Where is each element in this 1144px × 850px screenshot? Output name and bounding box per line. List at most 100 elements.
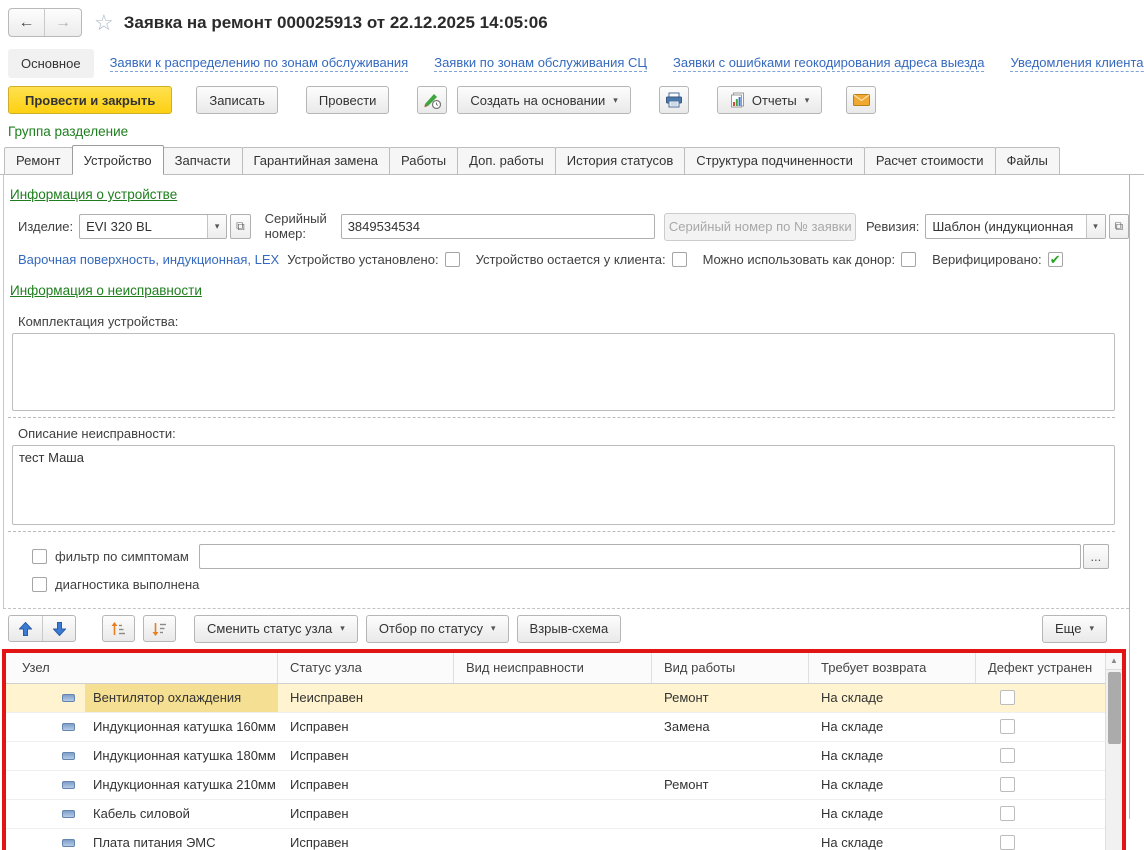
form-tab[interactable]: История статусов — [555, 147, 686, 174]
set-time-pen-button[interactable] — [417, 86, 447, 114]
vertical-scrollbar[interactable]: ▲ — [1105, 653, 1122, 850]
filter-by-status-button[interactable]: Отбор по статусу ▾ — [366, 615, 509, 643]
cell-work-kind[interactable]: Ремонт — [652, 771, 809, 799]
create-based-on-button[interactable]: Создать на основании ▾ — [457, 86, 630, 114]
post-and-close-button[interactable]: Провести и закрыть — [8, 86, 172, 114]
post-button[interactable]: Провести — [306, 86, 390, 114]
form-tab[interactable]: Доп. работы — [457, 147, 556, 174]
product-combobox[interactable]: EVI 320 BL ▾ — [79, 214, 227, 239]
column-header[interactable]: Требует возврата — [809, 653, 976, 683]
defect-fixed-checkbox[interactable] — [1000, 777, 1015, 792]
device-type-link[interactable]: Варочная поверхность, индукционная, LEX — [18, 252, 279, 267]
back-button[interactable]: ← — [9, 9, 45, 36]
cell-defect-fixed[interactable] — [976, 742, 1105, 770]
send-email-button[interactable] — [846, 86, 876, 114]
defect-fixed-checkbox[interactable] — [1000, 690, 1015, 705]
column-header[interactable]: Статус узла — [278, 653, 454, 683]
forward-button[interactable]: → — [45, 9, 81, 36]
cell-node-status[interactable]: Исправен — [278, 829, 454, 850]
more-button[interactable]: Еще ▾ — [1042, 615, 1107, 643]
cell-work-kind[interactable] — [652, 800, 809, 828]
revision-open-button[interactable]: ⧉ — [1109, 214, 1130, 239]
change-node-status-button[interactable]: Сменить статус узла ▾ — [194, 615, 358, 643]
form-tab[interactable]: Запчасти — [163, 147, 243, 174]
group-separator-label[interactable]: Группа разделение — [0, 122, 1144, 145]
cell-return-required[interactable]: На складе — [809, 684, 976, 712]
related-link[interactable]: Заявки с ошибками геокодирования адреса … — [673, 55, 984, 72]
cell-node-status[interactable]: Исправен — [278, 742, 454, 770]
cell-node-status[interactable]: Исправен — [278, 771, 454, 799]
cell-defect-fixed[interactable] — [976, 713, 1105, 741]
defect-fixed-checkbox[interactable] — [1000, 835, 1015, 850]
chevron-down-icon[interactable]: ▾ — [207, 215, 226, 238]
symptom-filter-checkbox[interactable] — [32, 549, 47, 564]
print-button[interactable] — [659, 86, 689, 114]
device-flag-checkbox[interactable]: ✔ — [1048, 252, 1063, 267]
scroll-up-button[interactable]: ▲ — [1106, 653, 1122, 670]
form-tab[interactable]: Расчет стоимости — [864, 147, 996, 174]
form-tab[interactable]: Ремонт — [4, 147, 73, 174]
nav-tab-main[interactable]: Основное — [8, 49, 94, 78]
symptom-filter-choose-button[interactable]: ... — [1083, 544, 1109, 569]
related-link[interactable]: Уведомления клиентам о и — [1010, 55, 1144, 72]
cell-node[interactable]: Индукционная катушка 210мм — [6, 771, 278, 799]
explosion-diagram-button[interactable]: Взрыв-схема — [517, 615, 622, 643]
serial-number-input[interactable] — [341, 214, 655, 239]
chevron-down-icon[interactable]: ▾ — [1086, 215, 1105, 238]
kit-textarea[interactable] — [12, 333, 1115, 411]
column-header[interactable]: Вид неисправности — [454, 653, 652, 683]
cell-return-required[interactable]: На складе — [809, 800, 976, 828]
defect-fixed-checkbox[interactable] — [1000, 806, 1015, 821]
form-tab[interactable]: Гарантийная замена — [242, 147, 390, 174]
cell-node-status[interactable]: Исправен — [278, 713, 454, 741]
defect-fixed-checkbox[interactable] — [1000, 719, 1015, 734]
cell-node-status[interactable]: Неисправен — [278, 684, 454, 712]
cell-work-kind[interactable] — [652, 742, 809, 770]
cell-work-kind[interactable]: Замена — [652, 713, 809, 741]
cell-fault-kind[interactable] — [454, 829, 652, 850]
cell-node[interactable]: Индукционная катушка 160мм — [6, 713, 278, 741]
form-tab[interactable]: Файлы — [995, 147, 1060, 174]
cell-return-required[interactable]: На складе — [809, 742, 976, 770]
fault-description-textarea[interactable]: тест Маша — [12, 445, 1115, 525]
cell-return-required[interactable]: На складе — [809, 771, 976, 799]
sort-descending-button[interactable] — [143, 615, 176, 642]
move-row-up-button[interactable] — [9, 616, 42, 641]
resize-splitter[interactable] — [8, 411, 1115, 418]
related-link[interactable]: Заявки по зонам обслуживания СЦ — [434, 55, 647, 72]
table-row[interactable]: Индукционная катушка 160мм Исправен Заме… — [6, 713, 1105, 742]
table-row[interactable]: Индукционная катушка 180мм Исправен На с… — [6, 742, 1105, 771]
column-header[interactable]: Дефект устранен — [976, 653, 1105, 683]
cell-defect-fixed[interactable] — [976, 771, 1105, 799]
cell-node[interactable]: Индукционная катушка 180мм — [6, 742, 278, 770]
form-tab[interactable]: Работы — [389, 147, 458, 174]
cell-node[interactable]: Плата питания ЭМС — [6, 829, 278, 850]
cell-node[interactable]: Вентилятор охлаждения — [6, 684, 278, 712]
reports-button[interactable]: Отчеты ▾ — [717, 86, 822, 114]
related-link[interactable]: Заявки к распределению по зонам обслужив… — [110, 55, 409, 72]
column-header[interactable]: Вид работы — [652, 653, 809, 683]
symptom-filter-input[interactable] — [199, 544, 1081, 569]
cell-fault-kind[interactable] — [454, 742, 652, 770]
save-button[interactable]: Записать — [196, 86, 278, 114]
move-row-down-button[interactable] — [42, 616, 75, 641]
cell-node[interactable]: Кабель силовой — [6, 800, 278, 828]
table-row[interactable]: Плата питания ЭМС Исправен На складе — [6, 829, 1105, 850]
cell-work-kind[interactable] — [652, 829, 809, 850]
cell-fault-kind[interactable] — [454, 713, 652, 741]
cell-defect-fixed[interactable] — [976, 800, 1105, 828]
form-tab[interactable]: Устройство — [72, 145, 164, 175]
product-open-button[interactable]: ⧉ — [230, 214, 251, 239]
cell-defect-fixed[interactable] — [976, 829, 1105, 850]
device-flag-checkbox[interactable] — [445, 252, 460, 267]
favorite-star-icon[interactable]: ☆ — [94, 10, 114, 36]
resize-splitter[interactable] — [8, 525, 1115, 532]
cell-work-kind[interactable]: Ремонт — [652, 684, 809, 712]
fault-info-section-header[interactable]: Информация о неисправности — [10, 283, 202, 298]
form-tab[interactable]: Структура подчиненности — [684, 147, 865, 174]
device-flag-checkbox[interactable] — [672, 252, 687, 267]
defect-fixed-checkbox[interactable] — [1000, 748, 1015, 763]
cell-return-required[interactable]: На складе — [809, 713, 976, 741]
sort-ascending-button[interactable] — [102, 615, 135, 642]
diagnostics-checkbox[interactable] — [32, 577, 47, 592]
